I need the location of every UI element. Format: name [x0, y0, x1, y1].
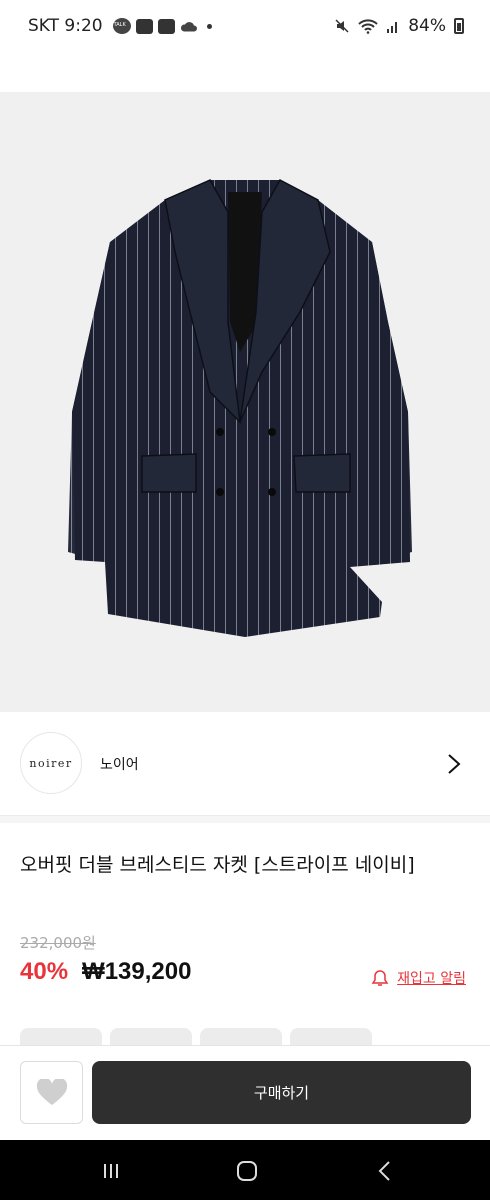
- notification-icons: TALK: [112, 18, 212, 34]
- product-title: 오버핏 더블 브레스티드 자켓 [스트라이프 네이비]: [20, 854, 415, 876]
- wishlist-button[interactable]: [20, 1061, 83, 1124]
- restock-alert-button[interactable]: 재입고 알림: [371, 968, 466, 988]
- section-divider: [0, 815, 490, 823]
- system-nav-bar: [0, 1140, 490, 1200]
- brand-name[interactable]: 노이어: [100, 754, 139, 774]
- restock-label: 재입고 알림: [397, 971, 466, 987]
- back-icon[interactable]: [372, 1158, 398, 1184]
- battery-percent: 84%: [408, 16, 446, 36]
- buy-button[interactable]: 구매하기: [92, 1061, 471, 1124]
- signal-icon: [387, 22, 398, 33]
- wifi-icon: [358, 19, 378, 34]
- cloud-icon: [180, 21, 197, 31]
- purchase-bar: 구매하기: [0, 1045, 490, 1140]
- original-price: 232,000원: [20, 934, 96, 952]
- price-row: 40% ₩139,200: [20, 958, 191, 986]
- chevron-right-icon[interactable]: [444, 752, 464, 776]
- mute-vibrate-icon: [335, 19, 349, 33]
- sale-price: ₩139,200: [82, 958, 192, 985]
- recent-apps-icon[interactable]: [98, 1158, 124, 1184]
- brand-row[interactable]: noirer 노이어: [0, 714, 490, 814]
- status-bar: SKT 9:20 TALK 84%: [0, 0, 490, 52]
- heart-icon: [36, 1078, 67, 1105]
- more-notifications-dot-icon: [206, 23, 212, 29]
- bell-icon: [371, 970, 389, 986]
- status-right: 84%: [334, 16, 464, 36]
- checkbox-icon: [157, 18, 175, 34]
- carrier-time: SKT 9:20: [28, 16, 103, 36]
- jacket-illustration: [68, 178, 412, 637]
- kakaotalk-icon: TALK: [112, 18, 131, 34]
- youtube-icon: [135, 18, 153, 34]
- discount-rate: 40%: [20, 958, 69, 985]
- product-image[interactable]: [0, 92, 490, 712]
- status-left: SKT 9:20 TALK: [28, 16, 212, 36]
- brand-logo[interactable]: noirer: [20, 732, 82, 794]
- battery-icon: [454, 18, 464, 34]
- home-icon[interactable]: [234, 1158, 260, 1184]
